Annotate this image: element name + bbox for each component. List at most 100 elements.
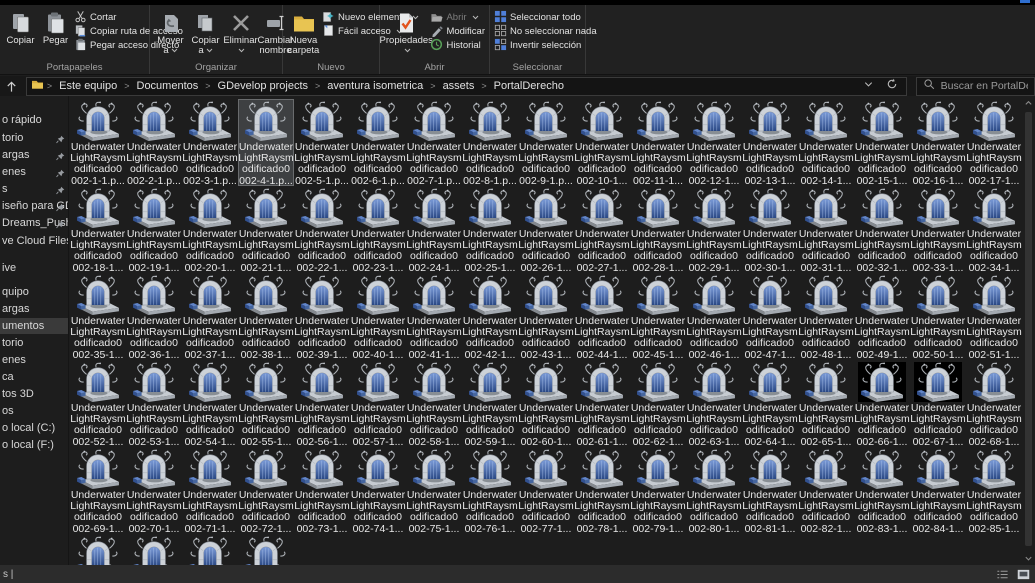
sidebar-item[interactable]: ive <box>0 260 68 276</box>
sidebar-item[interactable]: torio <box>0 335 68 351</box>
file-item[interactable]: Underwater LightRaysm odificado0 002-77-… <box>518 447 574 534</box>
file-item[interactable]: Underwater LightRaysm odificado0 002-45-… <box>630 273 686 360</box>
file-item[interactable]: Underwater LightRaysm odificado0 002-48-… <box>798 273 854 360</box>
file-item[interactable]: Underwater LightRaysm odificado0 002-37-… <box>182 273 238 360</box>
sidebar-item[interactable]: ve Cloud Files <box>0 233 68 249</box>
sidebar-item[interactable]: s <box>0 181 68 197</box>
file-item[interactable]: Underwater LightRaysm odificado0 002-27-… <box>574 186 630 273</box>
file-item[interactable]: Underwater LightRaysm odificado0 002-69-… <box>70 447 126 534</box>
edit-button[interactable]: Modificar <box>430 25 485 38</box>
breadcrumb-item[interactable]: aventura isometrica <box>323 80 427 92</box>
file-item[interactable]: Underwater LightRaysm odificado0 002-49-… <box>854 273 910 360</box>
file-item[interactable]: Underwater LightRaysm odificado0 002-18-… <box>70 186 126 273</box>
file-item[interactable]: Underwater LightRaysm odificado0 002-22-… <box>294 186 350 273</box>
file-item[interactable]: Underwater LightRaysm odificado0 002-70-… <box>126 447 182 534</box>
sidebar-item[interactable]: o rápido <box>0 112 68 128</box>
file-item[interactable]: Underwater LightRaysm odificado0 002-35-… <box>70 273 126 360</box>
breadcrumb-item[interactable]: assets <box>439 80 479 92</box>
sidebar-item[interactable]: iseño para GD <box>0 198 68 214</box>
file-item[interactable]: Underwater LightRaysm odificado0 002-1-1… <box>70 99 126 186</box>
file-item[interactable]: Underwater LightRaysm odificado0 002-30-… <box>742 186 798 273</box>
scrollbar[interactable] <box>1022 96 1035 565</box>
file-item[interactable]: Underwater LightRaysm odificado0 002-17-… <box>966 99 1022 186</box>
sidebar-item[interactable]: tos 3D <box>0 386 68 402</box>
sidebar-item[interactable]: argas <box>0 147 68 163</box>
sidebar-item[interactable]: Dreams_Pushin <box>0 215 68 231</box>
breadcrumb-box[interactable]: >Este equipo>Documentos>GDevelop project… <box>26 77 907 96</box>
file-item[interactable]: Underwater LightRaysm odificado0 002-89-… <box>238 534 294 565</box>
file-item[interactable]: Underwater LightRaysm odificado0 002-76-… <box>462 447 518 534</box>
delete-button[interactable]: Eliminar <box>224 8 257 61</box>
file-item[interactable]: Underwater LightRaysm odificado0 002-3-1… <box>182 99 238 186</box>
file-item[interactable]: Underwater LightRaysm odificado0 002-78-… <box>574 447 630 534</box>
file-item[interactable]: Underwater LightRaysm odificado0 002-59-… <box>462 360 518 447</box>
file-item[interactable]: Underwater LightRaysm odificado0 002-65-… <box>798 360 854 447</box>
file-item[interactable]: Underwater LightRaysm odificado0 002-5-1… <box>294 99 350 186</box>
file-item[interactable]: Underwater LightRaysm odificado0 002-61-… <box>574 360 630 447</box>
file-item[interactable]: Underwater LightRaysm odificado0 002-52-… <box>70 360 126 447</box>
copy-button[interactable]: Copiar <box>4 8 37 61</box>
sidebar-item[interactable]: enes <box>0 164 68 180</box>
search-input[interactable] <box>941 80 1028 92</box>
file-item[interactable]: Underwater LightRaysm odificado0 002-62-… <box>630 360 686 447</box>
file-item[interactable]: Underwater LightRaysm odificado0 002-13-… <box>742 99 798 186</box>
sidebar-item[interactable]: o local (C:) <box>0 420 68 436</box>
file-item[interactable]: Underwater LightRaysm odificado0 002-20-… <box>182 186 238 273</box>
up-button[interactable] <box>0 80 24 93</box>
file-item[interactable]: Underwater LightRaysm odificado0 002-4-1… <box>238 99 294 186</box>
new-folder-button[interactable]: Nuevacarpeta <box>287 8 320 61</box>
file-item[interactable]: Underwater LightRaysm odificado0 002-86-… <box>70 534 126 565</box>
file-item[interactable]: Underwater LightRaysm odificado0 002-81-… <box>742 447 798 534</box>
select-all-button[interactable]: Seleccionar todo <box>494 11 597 24</box>
file-item[interactable]: Underwater LightRaysm odificado0 002-87-… <box>126 534 182 565</box>
sidebar-item[interactable]: o local (F:) <box>0 437 68 453</box>
file-item[interactable]: Underwater LightRaysm odificado0 002-71-… <box>182 447 238 534</box>
file-item[interactable]: Underwater LightRaysm odificado0 002-53-… <box>126 360 182 447</box>
file-item[interactable]: Underwater LightRaysm odificado0 002-28-… <box>630 186 686 273</box>
file-item[interactable]: Underwater LightRaysm odificado0 002-23-… <box>350 186 406 273</box>
list-view-button[interactable] <box>994 567 1010 581</box>
file-item[interactable]: Underwater LightRaysm odificado0 002-26-… <box>518 186 574 273</box>
file-item[interactable]: Underwater LightRaysm odificado0 002-21-… <box>238 186 294 273</box>
file-item[interactable]: Underwater LightRaysm odificado0 002-8-1… <box>462 99 518 186</box>
search-box[interactable] <box>916 77 1035 96</box>
file-item[interactable]: Underwater LightRaysm odificado0 002-24-… <box>406 186 462 273</box>
file-item[interactable]: Underwater LightRaysm odificado0 002-80-… <box>686 447 742 534</box>
open-button[interactable]: Abrir <box>430 11 485 24</box>
file-item[interactable]: Underwater LightRaysm odificado0 002-84-… <box>910 447 966 534</box>
file-item[interactable]: Underwater LightRaysm odificado0 002-40-… <box>350 273 406 360</box>
file-item[interactable]: Underwater LightRaysm odificado0 002-88-… <box>182 534 238 565</box>
copy-to-button[interactable]: Copiara <box>189 8 222 61</box>
file-item[interactable]: Underwater LightRaysm odificado0 002-79-… <box>630 447 686 534</box>
file-item[interactable]: Underwater LightRaysm odificado0 002-67-… <box>910 360 966 447</box>
file-item[interactable]: Underwater LightRaysm odificado0 002-68-… <box>966 360 1022 447</box>
scroll-down-button[interactable] <box>1022 551 1035 565</box>
file-item[interactable]: Underwater LightRaysm odificado0 002-54-… <box>182 360 238 447</box>
file-item[interactable]: Underwater LightRaysm odificado0 002-58-… <box>406 360 462 447</box>
sidebar-item[interactable]: argas <box>0 301 68 317</box>
sidebar-item[interactable]: quipo <box>0 284 68 300</box>
breadcrumb-item[interactable]: Documentos <box>133 80 203 92</box>
file-item[interactable]: Underwater LightRaysm odificado0 002-50-… <box>910 273 966 360</box>
file-item[interactable]: Underwater LightRaysm odificado0 002-74-… <box>350 447 406 534</box>
file-item[interactable]: Underwater LightRaysm odificado0 002-75-… <box>406 447 462 534</box>
address-dropdown-button[interactable] <box>863 77 874 95</box>
file-item[interactable]: Underwater LightRaysm odificado0 002-19-… <box>126 186 182 273</box>
scroll-up-button[interactable] <box>1022 96 1035 110</box>
file-item[interactable]: Underwater LightRaysm odificado0 002-11-… <box>630 99 686 186</box>
file-item[interactable]: Underwater LightRaysm odificado0 002-36-… <box>126 273 182 360</box>
breadcrumb-item[interactable]: PortalDerecho <box>490 80 568 92</box>
file-item[interactable]: Underwater LightRaysm odificado0 002-72-… <box>238 447 294 534</box>
file-item[interactable]: Underwater LightRaysm odificado0 002-9-1… <box>518 99 574 186</box>
file-item[interactable]: Underwater LightRaysm odificado0 002-55-… <box>238 360 294 447</box>
file-item[interactable]: Underwater LightRaysm odificado0 002-7-1… <box>406 99 462 186</box>
history-button[interactable]: Historial <box>430 39 485 52</box>
file-item[interactable]: Underwater LightRaysm odificado0 002-82-… <box>798 447 854 534</box>
file-item[interactable]: Underwater LightRaysm odificado0 002-29-… <box>686 186 742 273</box>
thumbnail-view-button[interactable] <box>1015 567 1031 581</box>
file-item[interactable]: Underwater LightRaysm odificado0 002-10-… <box>574 99 630 186</box>
select-none-button[interactable]: No seleccionar nada <box>494 25 597 38</box>
file-item[interactable]: Underwater LightRaysm odificado0 002-57-… <box>350 360 406 447</box>
file-item[interactable]: Underwater LightRaysm odificado0 002-14-… <box>798 99 854 186</box>
file-item[interactable]: Underwater LightRaysm odificado0 002-60-… <box>518 360 574 447</box>
